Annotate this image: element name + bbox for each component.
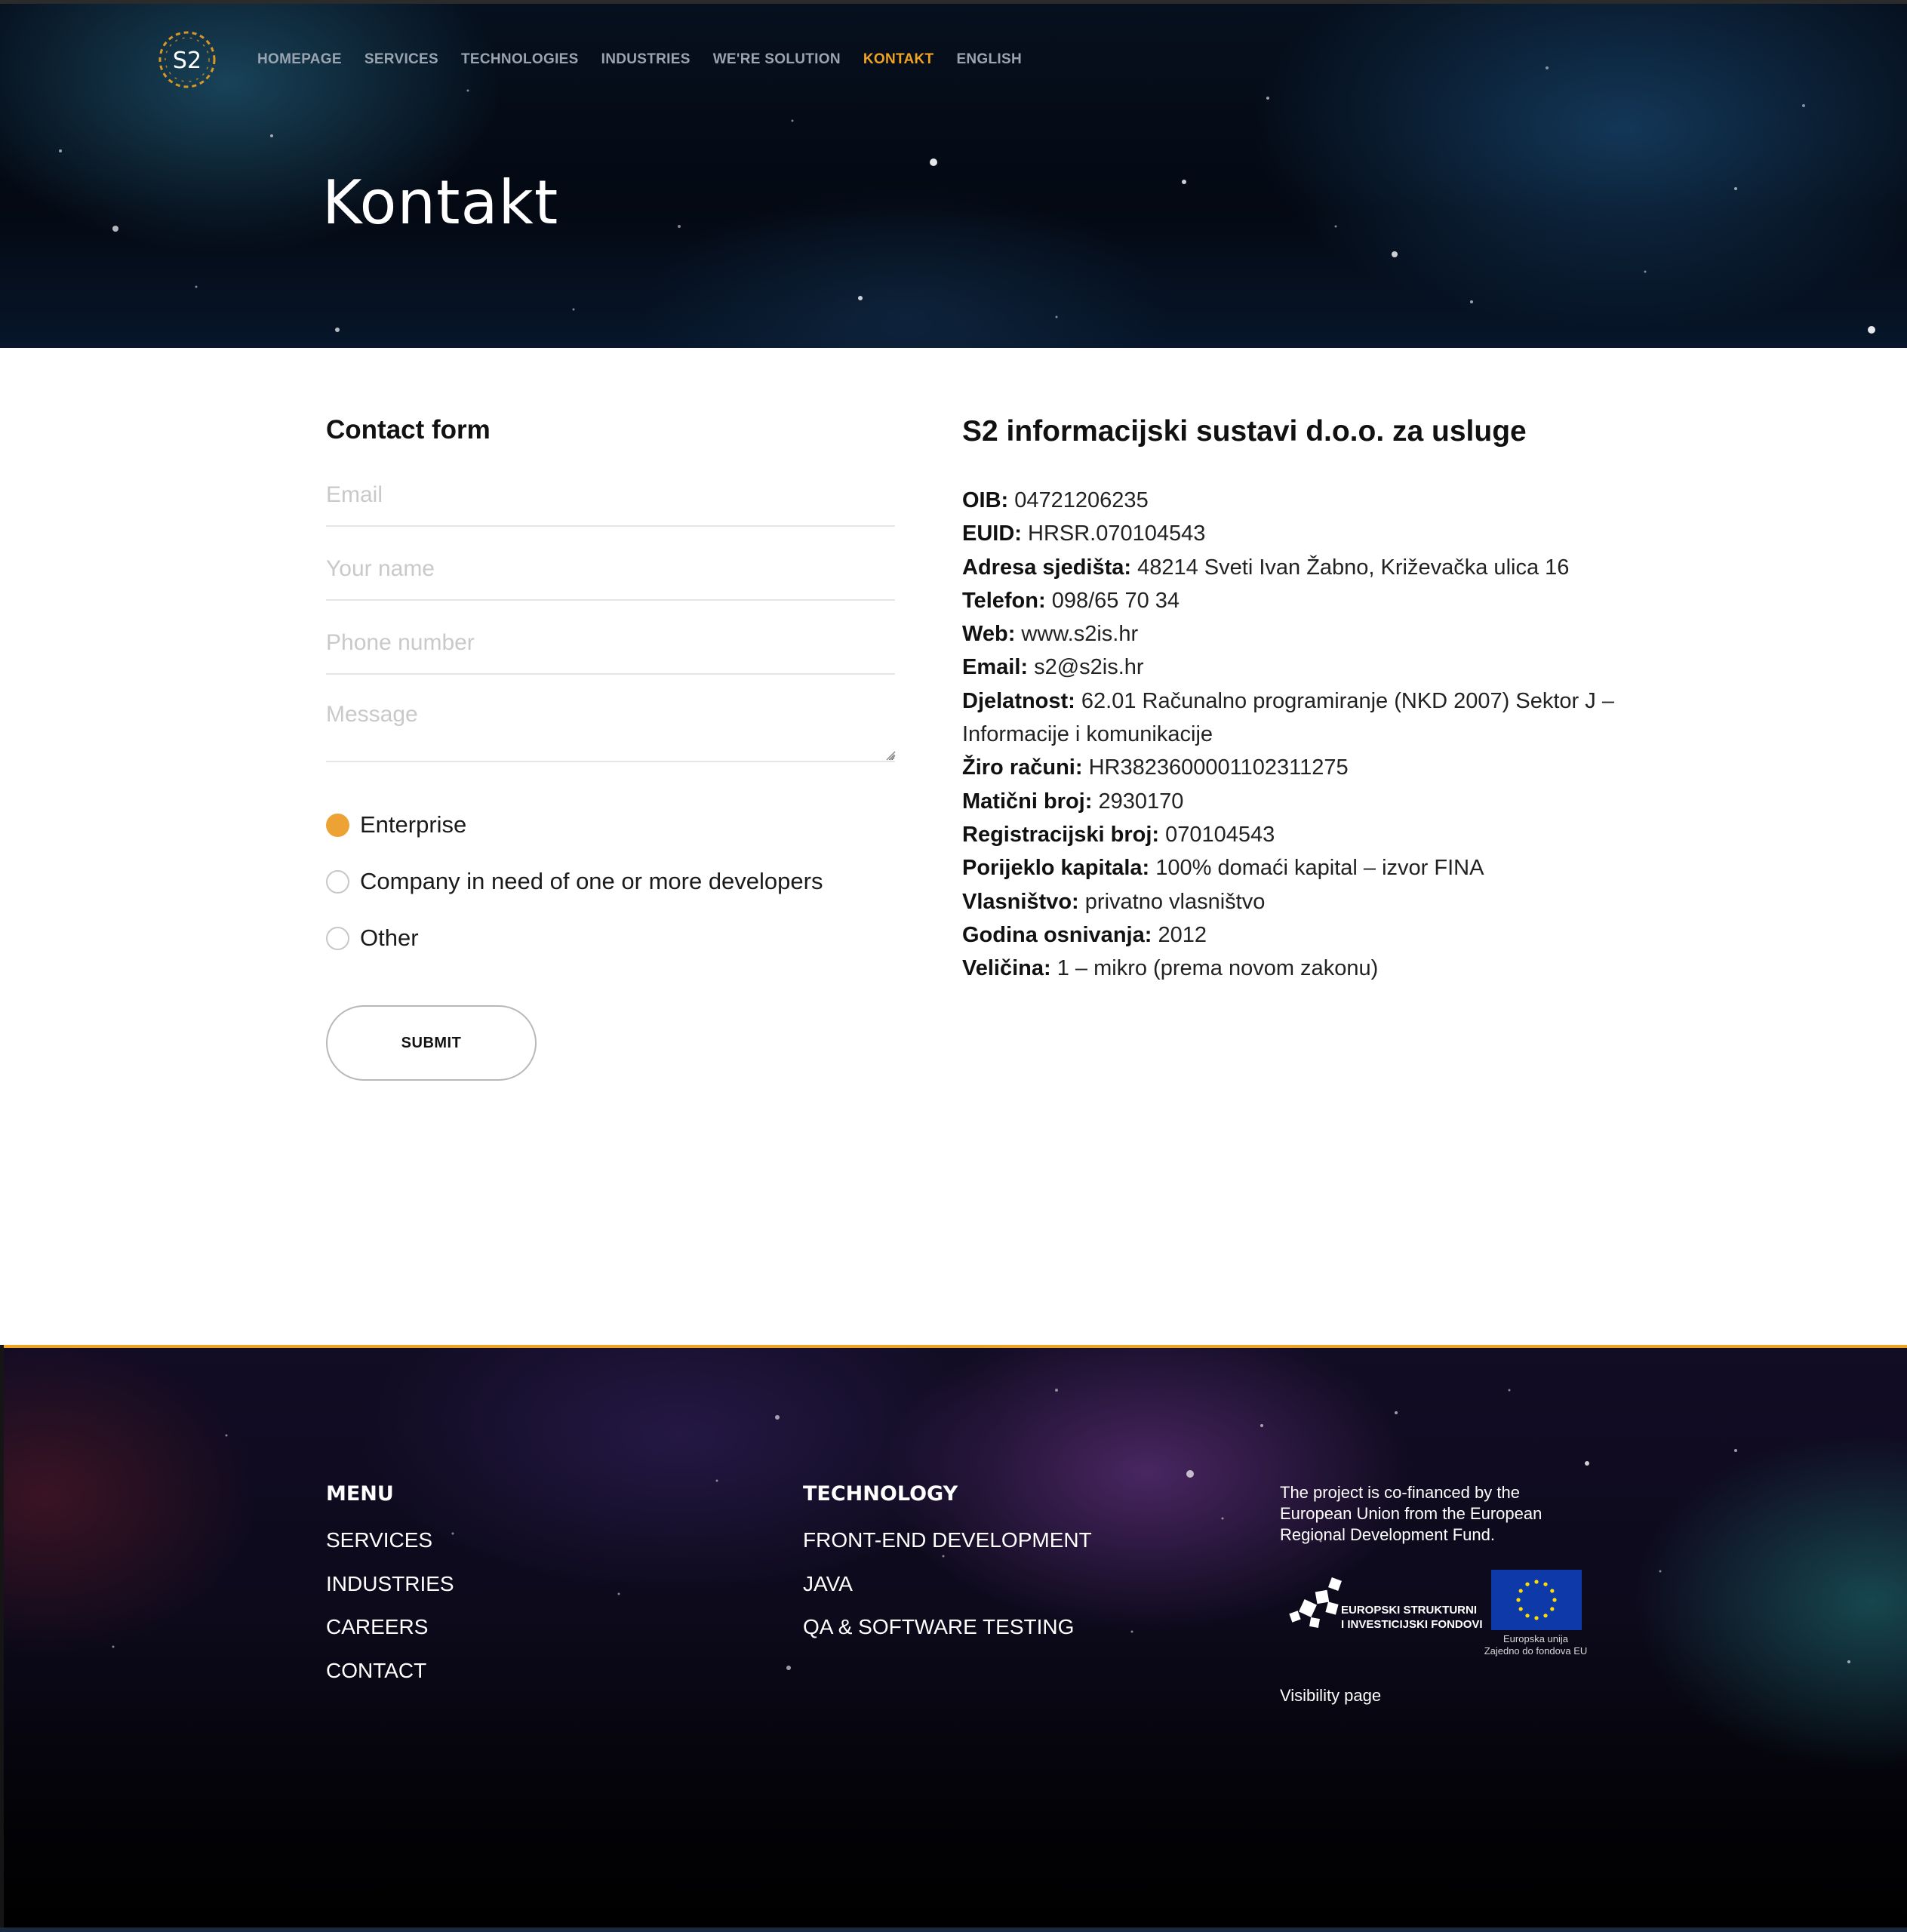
radio-unchecked-icon[interactable]	[326, 869, 349, 894]
detail-label: Adresa sjedišta:	[962, 555, 1132, 580]
nav-item-industries[interactable]: INDUSTRIES	[601, 51, 691, 68]
eu-flag-caption: Europska unija Zajedno do fondova EU	[1479, 1633, 1592, 1657]
footer-technology-list: FRONT-END DEVELOPMENT JAVA QA & SOFTWARE…	[803, 1528, 1092, 1659]
detail-row: Registracijski broj: 070104543	[962, 818, 1641, 851]
detail-label: Godina osnivanja:	[962, 922, 1152, 947]
detail-row: Porijeklo kapitala: 100% domaći kapital …	[962, 851, 1641, 884]
detail-label: Web:	[962, 622, 1016, 647]
detail-value: www.s2is.hr	[1021, 622, 1139, 647]
page-title: Kontakt	[322, 168, 559, 238]
site-footer: MENU SERVICES INDUSTRIES CAREERS CONTACT…	[0, 1345, 1907, 1932]
detail-row: Veličina: 1 – mikro (prema novom zakonu)	[962, 952, 1641, 985]
detail-value: 2930170	[1098, 789, 1184, 814]
detail-value: 04721206235	[1014, 488, 1149, 512]
detail-value: 48214 Sveti Ivan Žabno, Križevačka ulica…	[1137, 555, 1570, 580]
nav-item-solution[interactable]: WE'RE SOLUTION	[713, 51, 841, 68]
detail-row: Email: s2@s2is.hr	[962, 651, 1641, 684]
footer-link-java[interactable]: JAVA	[803, 1572, 1092, 1616]
detail-value: privatno vlasništvo	[1084, 889, 1266, 914]
main-nav: HOMEPAGE SERVICES TECHNOLOGIES INDUSTRIE…	[257, 51, 1044, 68]
footer-link-industries[interactable]: INDUSTRIES	[326, 1572, 454, 1616]
detail-label: Vlasništvo:	[962, 889, 1079, 914]
footer-link-qa[interactable]: QA & SOFTWARE TESTING	[803, 1615, 1092, 1659]
visibility-page-link[interactable]: Visibility page	[1280, 1686, 1381, 1706]
logo-ring-icon: S2	[158, 31, 216, 88]
company-details: OIB: 04721206235 EUID: HRSR.070104543 Ad…	[962, 484, 1641, 985]
message-field[interactable]	[326, 702, 895, 762]
phone-field[interactable]	[326, 628, 895, 675]
resize-handle-icon[interactable]	[885, 750, 896, 761]
detail-row: Djelatnost: 62.01 Računalno programiranj…	[962, 685, 1641, 752]
s2-logo[interactable]: S2	[155, 27, 220, 92]
logo-text: S2	[173, 48, 201, 74]
detail-row: EUID: HRSR.070104543	[962, 517, 1641, 550]
radio-label: Enterprise	[360, 811, 467, 838]
detail-label: Email:	[962, 655, 1029, 680]
detail-value: HRSR.070104543	[1028, 521, 1206, 546]
radio-option-other[interactable]: Other	[326, 924, 419, 952]
email-field[interactable]	[326, 480, 895, 527]
detail-label: Registracijski broj:	[962, 822, 1160, 847]
detail-row: OIB: 04721206235	[962, 484, 1641, 517]
footer-technology-heading: TECHNOLOGY	[803, 1482, 958, 1506]
nav-item-services[interactable]: SERVICES	[364, 51, 438, 68]
detail-value: 070104543	[1165, 822, 1275, 847]
radio-option-enterprise[interactable]: Enterprise	[326, 811, 466, 838]
detail-label: Telefon:	[962, 588, 1046, 613]
detail-value: 098/65 70 34	[1051, 588, 1180, 613]
esif-logo-text: EUROPSKI STRUKTURNI I INVESTICIJSKI FOND…	[1341, 1603, 1483, 1632]
detail-value: HR3823600001102311275	[1088, 755, 1349, 780]
detail-label: Matični broj:	[962, 789, 1093, 814]
footer-link-contact[interactable]: CONTACT	[326, 1659, 454, 1703]
contact-form-title: Contact form	[326, 415, 491, 445]
detail-label: EUID:	[962, 521, 1022, 546]
name-field[interactable]	[326, 554, 895, 601]
nav-item-homepage[interactable]: HOMEPAGE	[257, 51, 342, 68]
detail-label: Žiro računi:	[962, 755, 1083, 780]
company-name: S2 informacijski sustavi d.o.o. za uslug…	[962, 415, 1527, 448]
detail-value: s2@s2is.hr	[1034, 655, 1144, 680]
detail-row: Vlasništvo: privatno vlasništvo	[962, 885, 1641, 918]
detail-row: Žiro računi: HR3823600001102311275	[962, 751, 1641, 784]
footer-bottom-edge	[0, 1927, 1907, 1932]
eu-caption-line-1: Europska unija	[1503, 1633, 1568, 1644]
detail-value: 100% domaći kapital – izvor FINA	[1155, 856, 1484, 881]
detail-row: Web: www.s2is.hr	[962, 617, 1641, 651]
footer-left-edge	[0, 1345, 4, 1932]
detail-value: 1 – mikro (prema novom zakonu)	[1057, 956, 1379, 981]
detail-row: Telefon: 098/65 70 34	[962, 584, 1641, 617]
page: S2 HOMEPAGE SERVICES TECHNOLOGIES INDUST…	[0, 0, 1907, 1932]
radio-label: Company in need of one or more developer…	[360, 868, 823, 894]
submit-button[interactable]: SUBMIT	[326, 1005, 537, 1081]
detail-label: Veličina:	[962, 956, 1051, 981]
detail-label: OIB:	[962, 488, 1009, 512]
esif-line-1: EUROPSKI STRUKTURNI	[1341, 1604, 1478, 1617]
radio-unchecked-icon[interactable]	[326, 926, 349, 950]
nav-item-technologies[interactable]: TECHNOLOGIES	[461, 51, 579, 68]
detail-row: Godina osnivanja: 2012	[962, 918, 1641, 952]
detail-row: Matični broj: 2930170	[962, 785, 1641, 818]
radio-label: Other	[360, 924, 419, 951]
footer-menu-list: SERVICES INDUSTRIES CAREERS CONTACT	[326, 1528, 454, 1702]
nav-item-english[interactable]: ENGLISH	[956, 51, 1022, 68]
eu-flag-icon	[1491, 1570, 1582, 1630]
footer-link-services[interactable]: SERVICES	[326, 1528, 454, 1572]
eu-cofinance-text: The project is co-financed by the Europe…	[1280, 1483, 1543, 1544]
footer-link-frontend[interactable]: FRONT-END DEVELOPMENT	[803, 1528, 1092, 1572]
detail-label: Djelatnost:	[962, 688, 1075, 713]
eu-caption-line-2: Zajedno do fondova EU	[1484, 1645, 1588, 1657]
detail-label: Porijeklo kapitala:	[962, 856, 1150, 881]
radio-option-company[interactable]: Company in need of one or more developer…	[326, 868, 823, 895]
radio-checked-icon[interactable]	[326, 813, 349, 837]
detail-value: 2012	[1158, 922, 1207, 947]
hero-banner: S2 HOMEPAGE SERVICES TECHNOLOGIES INDUST…	[0, 0, 1907, 348]
footer-link-careers[interactable]: CAREERS	[326, 1615, 454, 1659]
footer-menu-heading: MENU	[326, 1482, 394, 1506]
esif-line-2: I INVESTICIJSKI FONDOVI	[1341, 1618, 1483, 1631]
footer-accent-line	[0, 1345, 1907, 1348]
nav-item-kontakt[interactable]: KONTAKT	[863, 51, 934, 68]
detail-row: Adresa sjedišta: 48214 Sveti Ivan Žabno,…	[962, 551, 1641, 584]
